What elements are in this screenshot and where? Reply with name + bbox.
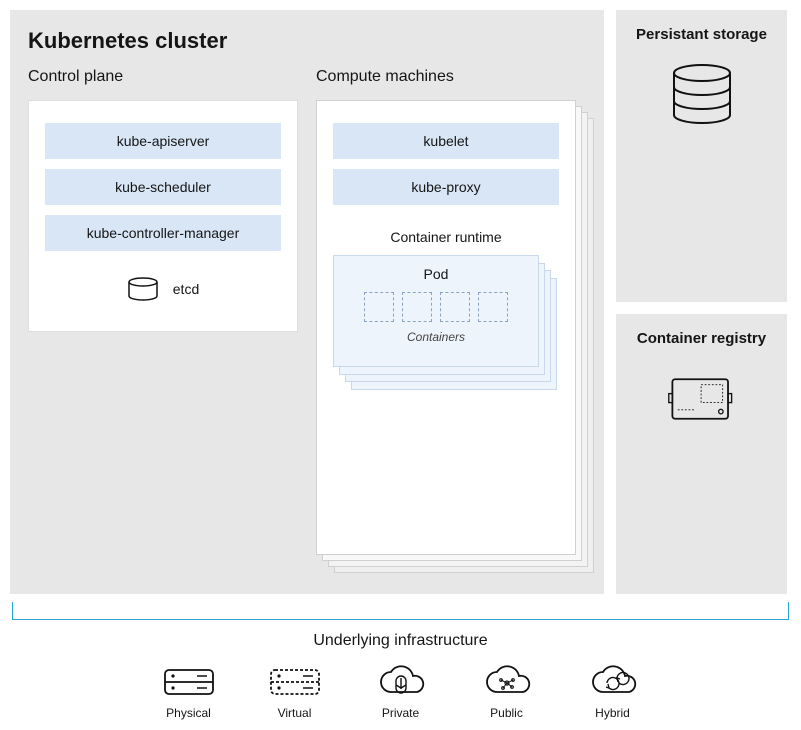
etcd-label: etcd <box>173 281 199 297</box>
container-row <box>346 292 526 322</box>
infra-item-hybrid: Hybrid <box>585 664 641 720</box>
compute-machine-panel: kubelet kube-proxy Container runtime Pod <box>316 100 576 555</box>
compute-machine-stack: kubelet kube-proxy Container runtime Pod <box>316 100 586 570</box>
infra-label: Private <box>382 706 419 720</box>
control-plane-panel: kube-apiserver kube-scheduler kube-contr… <box>28 100 298 332</box>
infra-label: Public <box>490 706 523 720</box>
cluster-title: Kubernetes cluster <box>28 28 586 54</box>
infrastructure-title: Underlying infrastructure <box>10 632 791 650</box>
infrastructure-bracket <box>12 602 789 620</box>
pod-title: Pod <box>346 266 526 282</box>
public-cloud-icon <box>479 664 535 700</box>
registry-box-icon <box>667 367 737 431</box>
pod-stack: Pod Containers <box>333 255 559 395</box>
container-registry-panel: Container registry <box>616 314 787 594</box>
container-box <box>440 292 470 322</box>
component-kube-scheduler: kube-scheduler <box>45 169 281 205</box>
infra-item-public: Public <box>479 664 535 720</box>
container-runtime-box: Container runtime Pod <box>333 229 559 395</box>
infra-item-virtual: Virtual <box>267 664 323 720</box>
server-icon <box>161 664 217 700</box>
infra-item-private: Private <box>373 664 429 720</box>
component-kubelet: kubelet <box>333 123 559 159</box>
kubernetes-cluster-panel: Kubernetes cluster Control plane kube-ap… <box>10 10 604 594</box>
component-kube-controller-manager: kube-controller-manager <box>45 215 281 251</box>
container-box <box>402 292 432 322</box>
infra-item-physical: Physical <box>161 664 217 720</box>
containers-label: Containers <box>346 330 526 344</box>
virtual-server-icon <box>267 664 323 700</box>
persistent-storage-panel: Persistant storage <box>616 10 787 302</box>
compute-machines-column: Compute machines kubelet kube-proxy Cont… <box>316 68 586 570</box>
container-box <box>478 292 508 322</box>
control-plane-column: Control plane kube-apiserver kube-schedu… <box>28 68 298 570</box>
persistent-storage-title: Persistant storage <box>636 26 767 45</box>
hybrid-cloud-icon <box>585 664 641 700</box>
component-kube-apiserver: kube-apiserver <box>45 123 281 159</box>
infra-label: Virtual <box>278 706 312 720</box>
container-box <box>364 292 394 322</box>
infra-label: Physical <box>166 706 211 720</box>
pod-panel: Pod Containers <box>333 255 539 367</box>
private-cloud-icon <box>373 664 429 700</box>
compute-heading: Compute machines <box>316 68 586 86</box>
storage-database-icon <box>667 63 737 127</box>
etcd-row: etcd <box>45 277 281 301</box>
control-plane-heading: Control plane <box>28 68 298 86</box>
container-runtime-title: Container runtime <box>333 229 559 245</box>
infra-label: Hybrid <box>595 706 630 720</box>
infrastructure-row: Physical Virtual Private <box>10 664 791 720</box>
container-registry-title: Container registry <box>637 330 766 349</box>
component-kube-proxy: kube-proxy <box>333 169 559 205</box>
database-icon <box>127 277 159 301</box>
